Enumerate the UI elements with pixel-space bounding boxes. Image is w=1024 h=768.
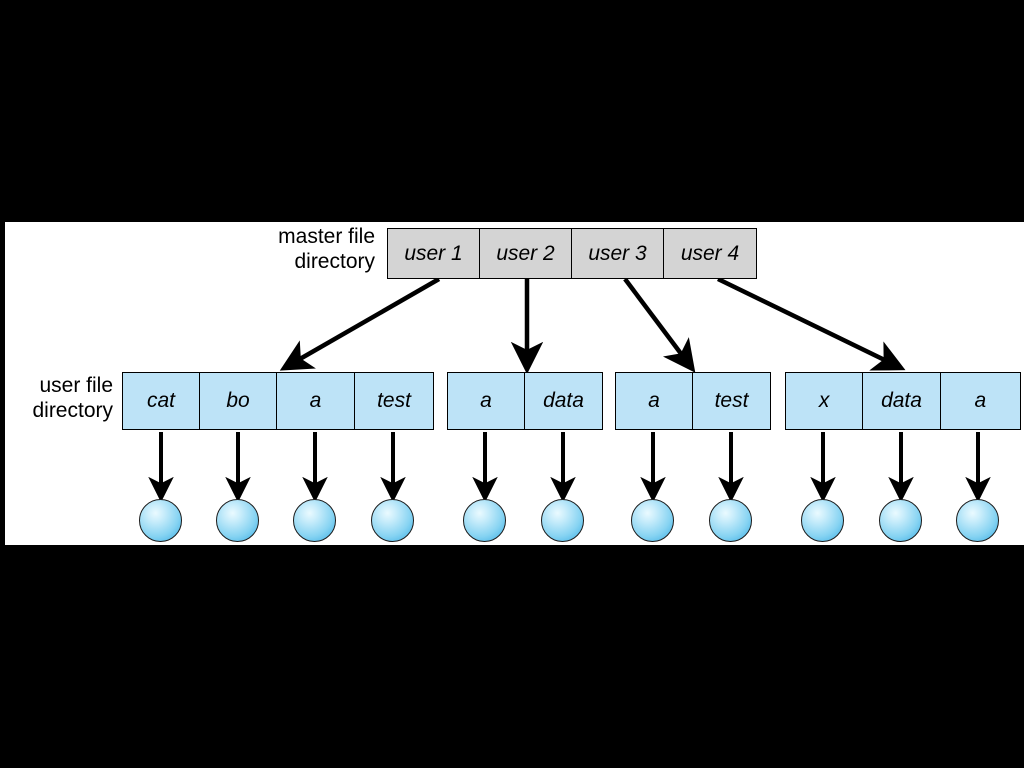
file-node-1[interactable] bbox=[139, 499, 182, 542]
user-file-directory-group-1: cat bo a test bbox=[122, 372, 434, 430]
arrow-mfd-user3-to-ufd3 bbox=[623, 277, 696, 373]
ufd2-entry-data[interactable]: data bbox=[525, 373, 602, 429]
ufd1-entry-test[interactable]: test bbox=[355, 373, 433, 429]
file-node-6[interactable] bbox=[541, 499, 584, 542]
file-node-10[interactable] bbox=[879, 499, 922, 542]
ufd3-entry-test[interactable]: test bbox=[693, 373, 770, 429]
master-file-directory-label: master file directory bbox=[278, 225, 375, 273]
file-node-3[interactable] bbox=[293, 499, 336, 542]
master-file-directory-table: user 1 user 2 user 3 user 4 bbox=[387, 228, 757, 279]
file-node-8[interactable] bbox=[709, 499, 752, 542]
mfd-cell-user-3[interactable]: user 3 bbox=[572, 229, 664, 278]
file-node-2[interactable] bbox=[216, 499, 259, 542]
arrow-ufd-entry-to-file-node bbox=[148, 432, 991, 503]
ufd3-entry-a[interactable]: a bbox=[616, 373, 693, 429]
ufd1-entry-bo[interactable]: bo bbox=[200, 373, 277, 429]
ufd2-entry-a[interactable]: a bbox=[448, 373, 525, 429]
diagram-canvas: master file directory user file director… bbox=[0, 0, 1024, 768]
mfd-cell-user-1[interactable]: user 1 bbox=[388, 229, 480, 278]
arrow-mfd-user1-to-ufd1 bbox=[279, 277, 441, 371]
file-node-4[interactable] bbox=[371, 499, 414, 542]
arrow-mfd-user4-to-ufd4 bbox=[717, 276, 906, 371]
user-file-directory-label: user file directory bbox=[32, 374, 113, 422]
ufd4-entry-a[interactable]: a bbox=[940, 373, 1020, 429]
mfd-cell-user-4[interactable]: user 4 bbox=[664, 229, 756, 278]
mfd-cell-user-2[interactable]: user 2 bbox=[480, 229, 572, 278]
user-file-directory-group-4: x data a bbox=[785, 372, 1021, 430]
user-file-directory-group-3: a test bbox=[615, 372, 771, 430]
file-node-7[interactable] bbox=[631, 499, 674, 542]
file-node-9[interactable] bbox=[801, 499, 844, 542]
ufd1-entry-a[interactable]: a bbox=[277, 373, 355, 429]
ufd4-entry-data[interactable]: data bbox=[863, 373, 941, 429]
file-node-11[interactable] bbox=[956, 499, 999, 542]
ufd1-entry-cat[interactable]: cat bbox=[123, 373, 200, 429]
file-node-5[interactable] bbox=[463, 499, 506, 542]
ufd4-entry-x[interactable]: x bbox=[786, 373, 864, 429]
user-file-directory-group-2: a data bbox=[447, 372, 603, 430]
